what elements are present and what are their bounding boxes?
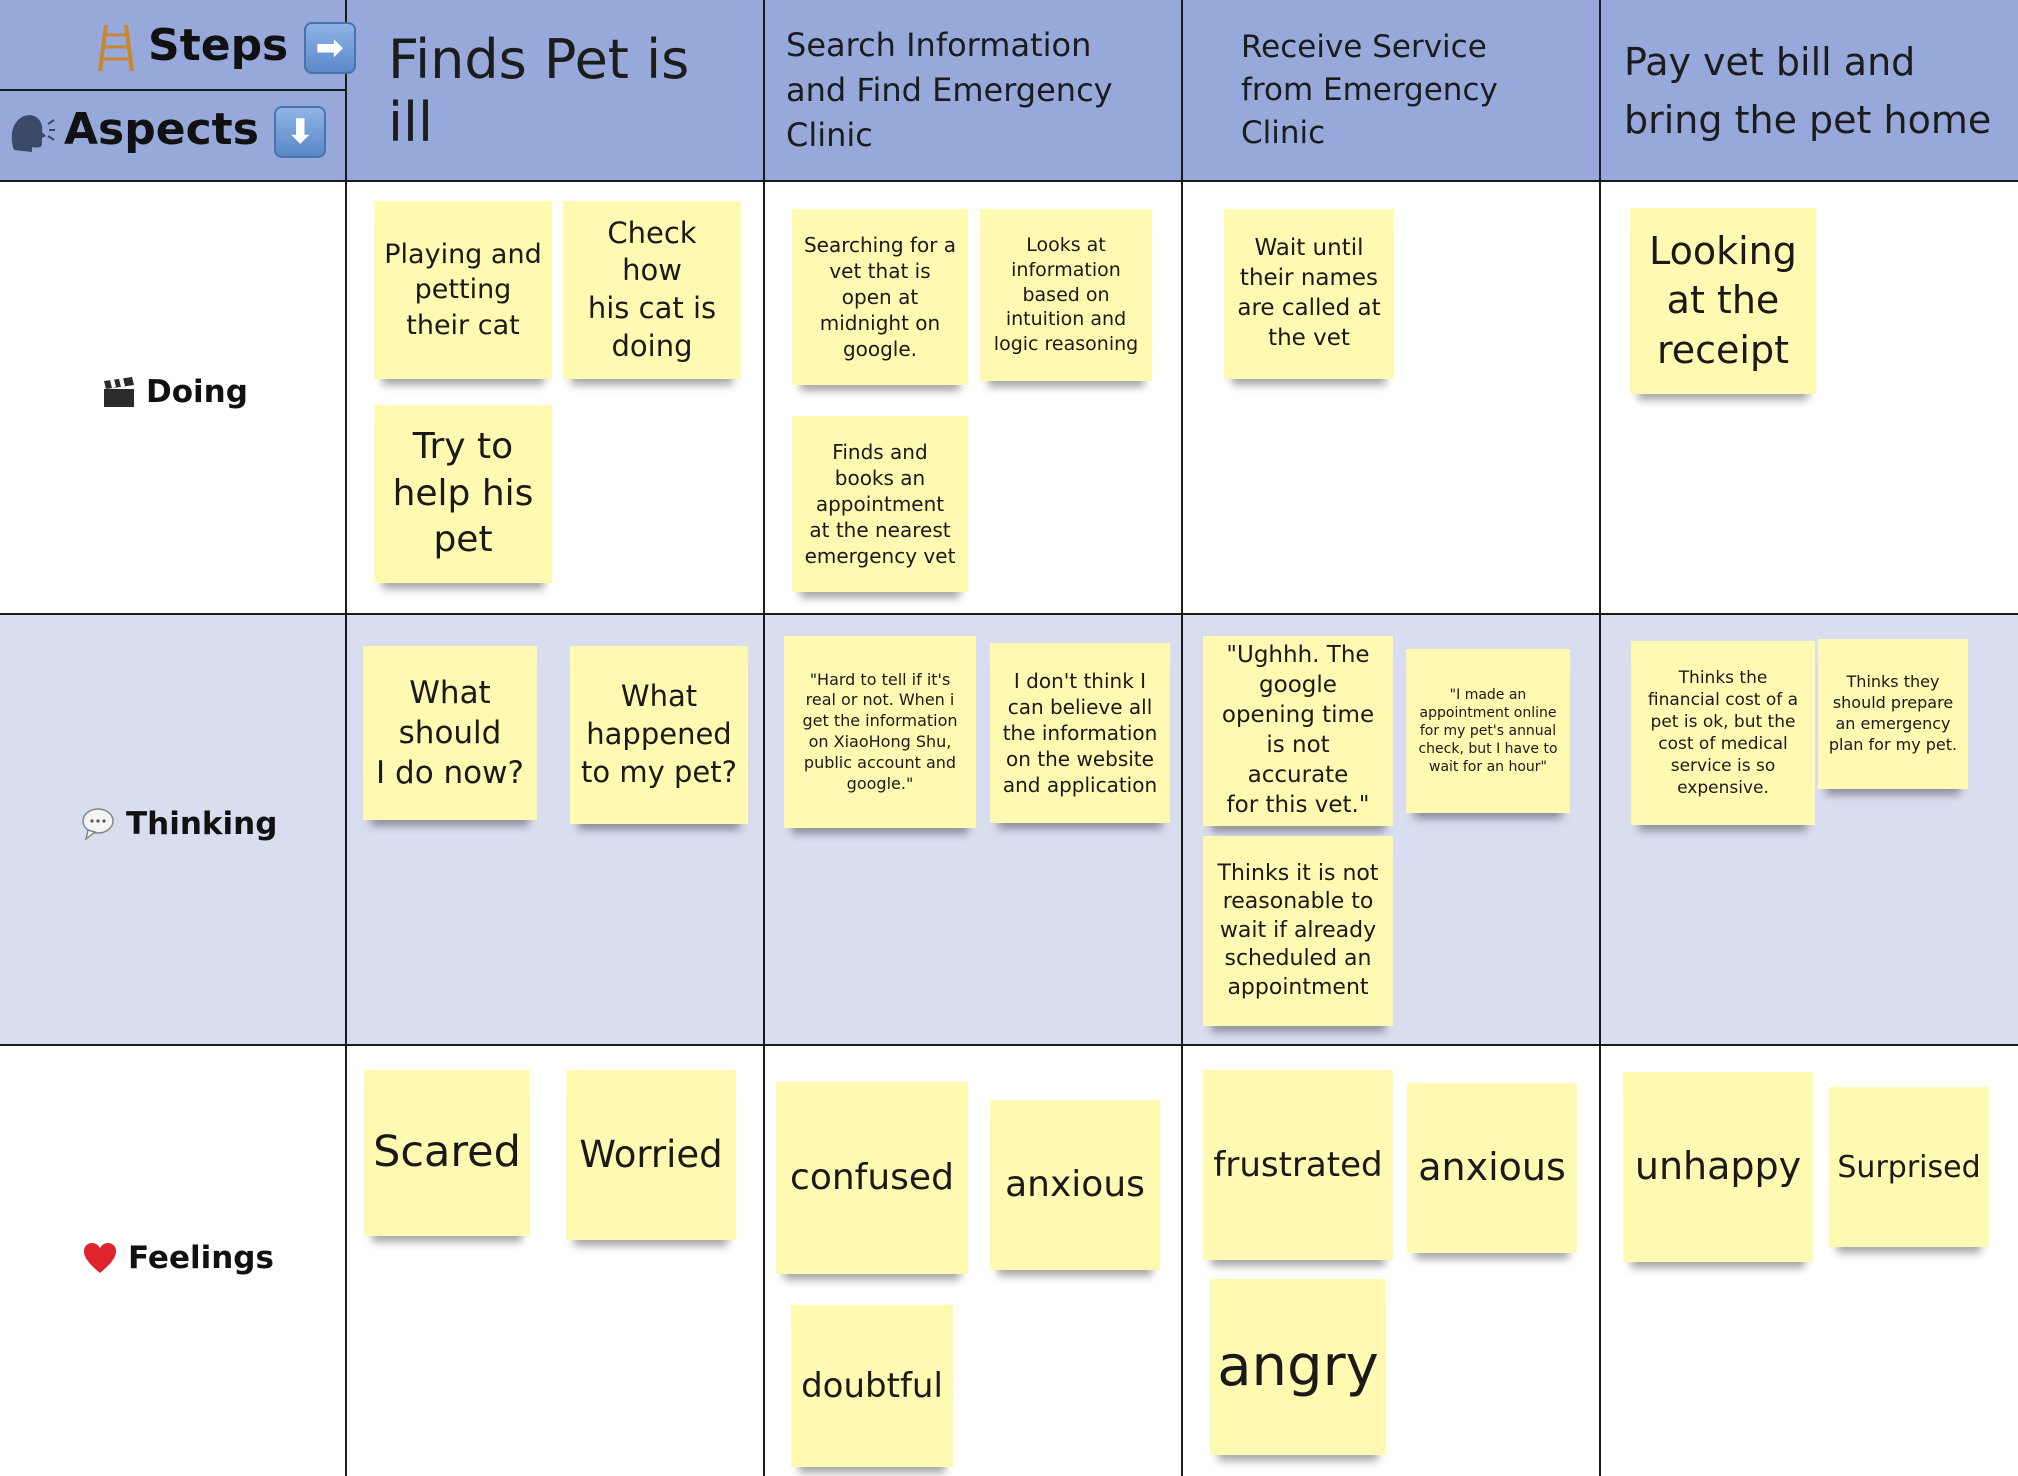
row-divider <box>0 613 2018 615</box>
row-divider <box>0 1044 2018 1046</box>
sticky-note[interactable]: Surprised <box>1829 1087 1989 1247</box>
sticky-note[interactable]: Finds and books an appointment at the ne… <box>792 416 968 592</box>
sticky-note[interactable]: Playing and petting their cat <box>374 201 552 379</box>
ladder-icon <box>98 24 134 72</box>
sticky-note[interactable]: Thinks it is not reasonable to wait if a… <box>1203 836 1393 1026</box>
sticky-note[interactable]: anxious <box>1407 1083 1577 1253</box>
sticky-note[interactable]: "Ughhh. The google opening time is not a… <box>1203 636 1393 826</box>
sticky-note[interactable]: Thinks the financial cost of a pet is ok… <box>1631 641 1815 825</box>
sticky-note[interactable]: angry <box>1210 1279 1386 1455</box>
sticky-note[interactable]: confused <box>776 1082 968 1274</box>
clapper-board-icon <box>104 377 134 407</box>
sticky-note[interactable]: "Hard to tell if it's real or not. When … <box>784 636 976 828</box>
column-divider <box>763 0 765 1476</box>
speech-bubble-icon <box>82 808 114 841</box>
sticky-note[interactable]: "I made an appointment online for my pet… <box>1406 649 1570 813</box>
aspect-label: Doing <box>146 374 248 410</box>
column-divider <box>345 0 347 1476</box>
sticky-note[interactable]: What happened to my pet? <box>570 646 748 824</box>
step-title: Pay vet bill and bring the pet home <box>1624 39 1992 142</box>
steps-header: Steps ➡ <box>96 20 356 74</box>
step-heading-4: Pay vet bill and bring the pet home <box>1624 0 2018 181</box>
step-title: Search Information and Find Emergency Cl… <box>786 26 1113 154</box>
aspect-doing: Doing <box>102 374 248 410</box>
sticky-note[interactable]: Worried <box>566 1070 736 1240</box>
sticky-note[interactable]: Thinks they should prepare an emergency … <box>1818 639 1968 789</box>
step-heading-3: Receive Service from Emergency Clinic <box>1241 0 1561 181</box>
sticky-note[interactable]: frustrated <box>1203 1070 1393 1260</box>
heart-icon <box>84 1243 116 1273</box>
step-heading-2: Search Information and Find Emergency Cl… <box>786 0 1156 181</box>
sticky-note[interactable]: Scared <box>364 1070 530 1236</box>
aspects-label: Aspects <box>64 104 259 155</box>
aspects-header: Aspects ⬇ <box>8 104 327 158</box>
sticky-note[interactable]: Searching for a vet that is open at midn… <box>792 209 968 385</box>
aspect-thinking: Thinking <box>80 806 277 842</box>
speaking-head-icon <box>11 115 55 152</box>
sticky-note[interactable]: Looks at information based on intuition … <box>980 209 1152 381</box>
corner-divider <box>0 89 346 91</box>
step-title: Receive Service from Emergency Clinic <box>1241 29 1498 151</box>
sticky-note[interactable]: Wait until their names are called at the… <box>1224 209 1394 379</box>
aspect-feelings: Feelings <box>82 1240 274 1276</box>
sticky-note[interactable]: Try to help his pet <box>374 405 552 583</box>
sticky-note[interactable]: doubtful <box>791 1305 953 1467</box>
sticky-note[interactable]: unhappy <box>1623 1072 1813 1262</box>
column-divider <box>1181 0 1183 1476</box>
sticky-note[interactable]: What should I do now? <box>363 646 537 820</box>
steps-label: Steps <box>148 20 289 71</box>
arrow-right-icon: ➡ <box>303 22 356 74</box>
step-heading-1: Finds Pet is ill <box>388 0 748 181</box>
sticky-note[interactable]: Looking at the receipt <box>1630 208 1816 394</box>
aspect-label: Thinking <box>126 806 278 842</box>
column-divider <box>1599 0 1601 1476</box>
sticky-note[interactable]: I don't think I can believe all the info… <box>990 643 1170 823</box>
sticky-note[interactable]: Check how his cat is doing <box>563 201 741 379</box>
step-title: Finds Pet is ill <box>388 27 690 154</box>
journey-map-board: Steps ➡ Aspects ⬇ Finds Pet is ill Searc… <box>0 0 2018 1476</box>
arrow-down-icon: ⬇ <box>274 106 327 158</box>
sticky-note[interactable]: anxious <box>990 1100 1160 1270</box>
aspect-label: Feelings <box>128 1240 274 1276</box>
